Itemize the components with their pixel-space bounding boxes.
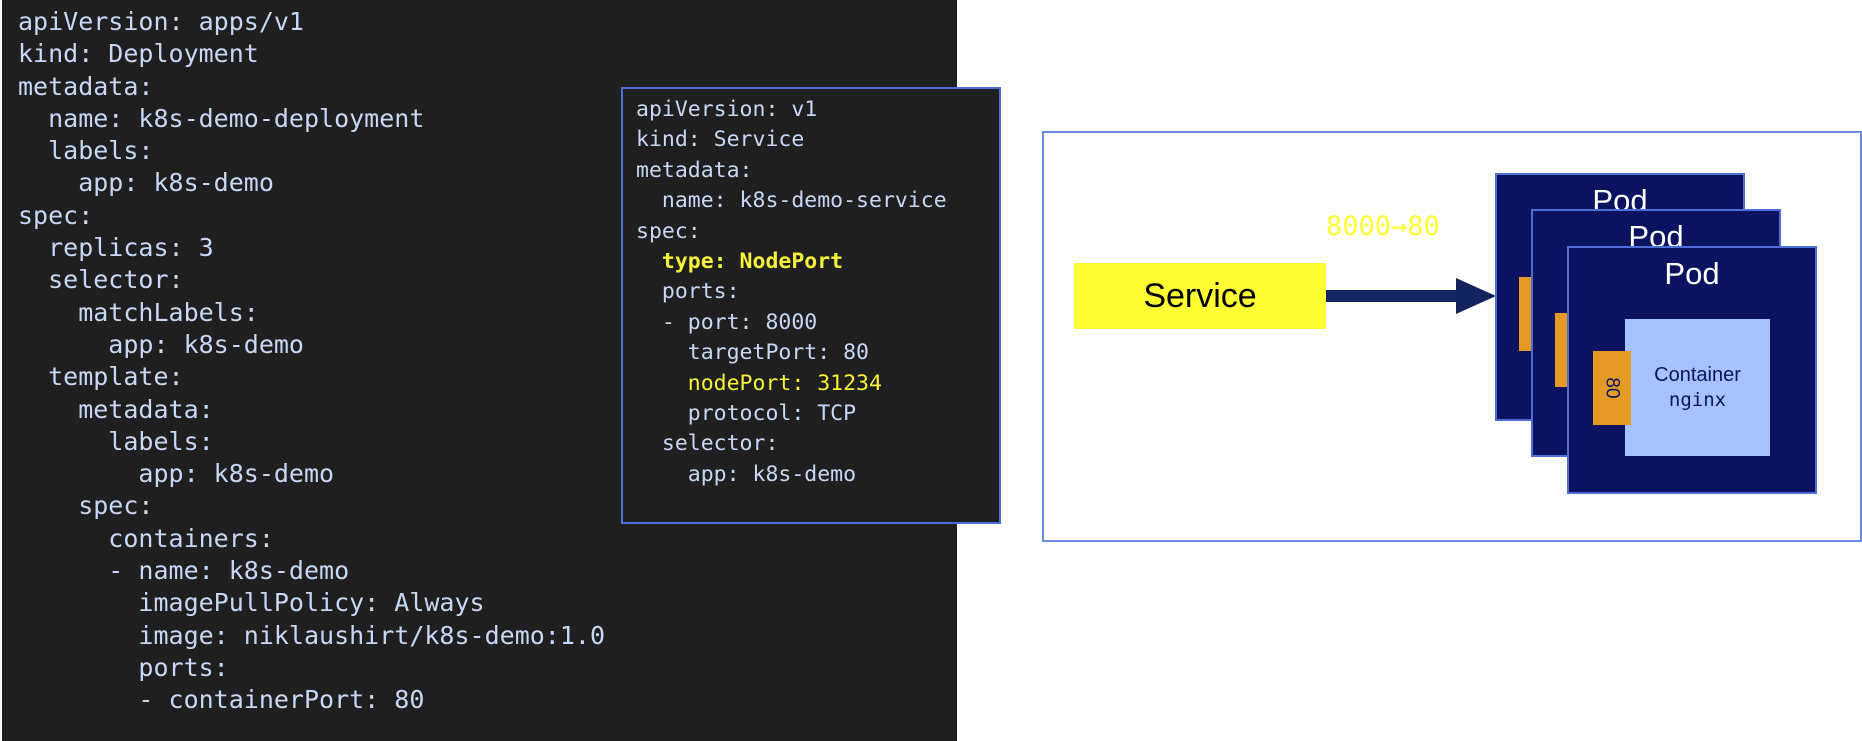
yaml-line: labels: bbox=[18, 136, 154, 166]
yaml-line-nodeport: nodePort: 31234 bbox=[636, 370, 882, 396]
yaml-line: - port: 8000 bbox=[636, 309, 818, 335]
yaml-line: spec: bbox=[18, 491, 154, 521]
yaml-line: app: k8s-demo bbox=[636, 461, 857, 487]
service-to-pods-arrow bbox=[1326, 278, 1496, 314]
container-image: nginx bbox=[1668, 389, 1727, 411]
yaml-line: metadata: bbox=[18, 71, 154, 101]
yaml-line: spec: bbox=[18, 200, 94, 230]
yaml-line: targetPort: 80 bbox=[636, 340, 869, 366]
container-port-box: 80 bbox=[1593, 351, 1631, 425]
yaml-line-type-nodeport: type: NodePort bbox=[636, 249, 844, 275]
yaml-line: apiVersion: apps/v1 bbox=[18, 7, 304, 36]
container-box: Container nginx bbox=[1625, 319, 1770, 456]
yaml-line: - containerPort: 80 bbox=[18, 685, 425, 715]
yaml-line: replicas: 3 bbox=[18, 233, 214, 263]
yaml-line: protocol: TCP bbox=[636, 401, 857, 427]
yaml-line: app: k8s-demo bbox=[18, 168, 274, 198]
yaml-line: - name: k8s-demo bbox=[18, 556, 350, 586]
yaml-line: template: bbox=[18, 362, 184, 392]
yaml-line: selector: bbox=[636, 431, 779, 457]
yaml-line: labels: bbox=[18, 426, 214, 456]
container-title: Container bbox=[1654, 364, 1741, 386]
yaml-line: app: k8s-demo bbox=[18, 459, 335, 489]
pod-title: Pod bbox=[1664, 256, 1720, 291]
pod-front: Pod Container nginx 80 bbox=[1567, 246, 1817, 494]
yaml-line: imagePullPolicy: Always bbox=[18, 588, 485, 618]
yaml-line: image: niklaushirt/k8s-demo:1.0 bbox=[18, 620, 605, 650]
yaml-line: metadata: bbox=[636, 157, 753, 183]
yaml-line: apiVersion: v1 bbox=[636, 97, 818, 122]
yaml-line: spec: bbox=[636, 218, 701, 244]
container-port-label: 80 bbox=[1601, 377, 1623, 399]
yaml-line: kind: Deployment bbox=[18, 39, 259, 69]
service-diagram: Service 8000→80 Pod Pod Pod Container ng… bbox=[1042, 131, 1862, 542]
arrow-head bbox=[1456, 278, 1496, 314]
service-yaml-panel: apiVersion: v1 kind: Service metadata: n… bbox=[621, 87, 1001, 524]
service-yaml-code: apiVersion: v1 kind: Service metadata: n… bbox=[623, 89, 999, 490]
yaml-line: app: k8s-demo bbox=[18, 329, 304, 359]
port-mapping-label: 8000→80 bbox=[1326, 211, 1440, 242]
yaml-line: containers: bbox=[18, 523, 274, 553]
yaml-line: metadata: bbox=[18, 394, 214, 424]
yaml-line: ports: bbox=[636, 279, 740, 305]
service-box: Service bbox=[1074, 263, 1326, 329]
yaml-line: name: k8s-demo-service bbox=[636, 188, 947, 214]
yaml-line: kind: Service bbox=[636, 127, 805, 153]
yaml-line: matchLabels: bbox=[18, 297, 259, 327]
yaml-line: name: k8s-demo-deployment bbox=[18, 103, 425, 133]
yaml-line: ports: bbox=[18, 652, 229, 682]
yaml-line: selector: bbox=[18, 265, 184, 295]
arrow-shaft bbox=[1326, 290, 1460, 302]
